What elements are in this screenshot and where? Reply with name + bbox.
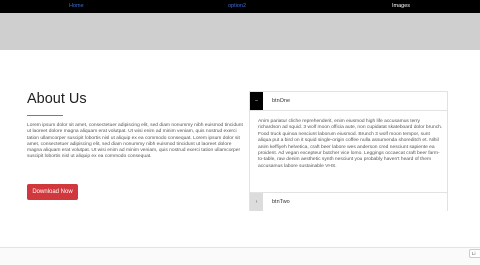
header-banner <box>0 13 480 50</box>
nav-link-images[interactable]: Images <box>392 2 410 10</box>
accordion-label-btnone: btnOne <box>272 98 291 104</box>
accordion: – btnOne Anim pariatur cliche reprehende… <box>249 91 448 211</box>
collapse-icon[interactable]: – <box>250 92 263 110</box>
about-title: About Us <box>27 91 87 107</box>
corner-tab[interactable]: Li <box>469 249 480 258</box>
title-divider <box>27 115 63 116</box>
top-navbar: Home option2 Images <box>0 0 480 13</box>
bottom-bar <box>0 248 480 265</box>
about-paragraph: Lorem ipsum dolor sit amet, consectetuer… <box>27 123 243 160</box>
download-now-button[interactable]: Download Now <box>27 184 78 200</box>
page: Home option2 Images About Us Lorem ipsum… <box>0 0 480 265</box>
accordion-header-btntwo[interactable]: › btnTwo <box>250 192 447 211</box>
accordion-header-btnone[interactable]: – btnOne <box>250 92 447 111</box>
accordion-body-btnone: Anim pariatur cliche reprehenderit, enim… <box>258 119 443 169</box>
accordion-label-btntwo: btnTwo <box>272 199 290 205</box>
chevron-right-icon[interactable]: › <box>250 193 263 211</box>
nav-link-home[interactable]: Home <box>69 2 84 10</box>
nav-link-option2[interactable]: option2 <box>228 2 246 10</box>
